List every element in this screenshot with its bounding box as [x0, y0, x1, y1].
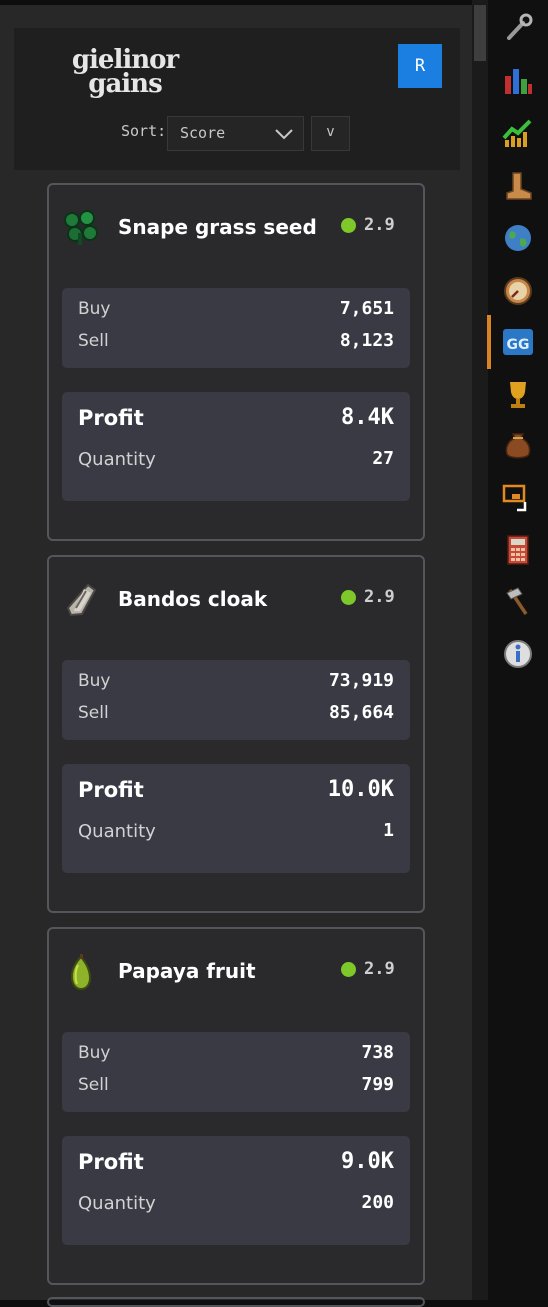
- app-logo: gielinor gains: [70, 47, 180, 99]
- item-name: Bandos cloak: [118, 587, 268, 611]
- sidebar-item-xp-tracker[interactable]: [488, 113, 548, 153]
- wrench-icon: [507, 13, 533, 40]
- logo-line2: gains: [88, 69, 162, 99]
- score-dot-icon: [341, 217, 356, 233]
- compass-icon: [504, 277, 532, 305]
- buy-label: Buy: [78, 671, 111, 691]
- score-value: 2.9: [364, 215, 395, 235]
- sell-price: 8,123: [339, 330, 394, 351]
- sidebar-item-gielinor-gains[interactable]: GG: [487, 315, 548, 369]
- calculator-icon: [507, 535, 529, 565]
- profit-label: Profit: [78, 1150, 144, 1174]
- buy-label: Buy: [78, 1043, 111, 1063]
- buy-price: 73,919: [328, 670, 394, 691]
- scrollbar-thumb[interactable]: [474, 5, 486, 61]
- quantity-label: Quantity: [78, 1193, 156, 1214]
- info-icon: [504, 640, 532, 668]
- profit-value: 10.0K: [327, 777, 394, 802]
- sidebar-item-timers[interactable]: [488, 271, 548, 311]
- sidebar-item-screenshot[interactable]: [488, 478, 548, 518]
- quantity-value: 1: [383, 820, 394, 841]
- sidebar-item-trophy[interactable]: [488, 374, 548, 414]
- bar-chart-icon: [505, 69, 532, 94]
- profit-quantity-box: Profit 9.0K Quantity 200: [62, 1136, 410, 1245]
- sidebar-item-hiscores[interactable]: [488, 61, 548, 101]
- panel-scrollbar[interactable]: [472, 0, 488, 1300]
- profit-quantity-box: Profit 10.0K Quantity 1: [62, 764, 410, 873]
- buy-price: 7,651: [339, 298, 394, 319]
- profit-label: Profit: [78, 778, 144, 802]
- sidebar-item-calculator[interactable]: [488, 530, 548, 570]
- sell-price: 799: [361, 1074, 394, 1095]
- trend-up-icon: [502, 119, 532, 147]
- bandos-cloak-icon: [66, 583, 97, 617]
- sell-price: 85,664: [328, 702, 394, 723]
- refresh-button[interactable]: R: [398, 44, 442, 88]
- sell-label: Sell: [78, 703, 109, 723]
- svg-text:GG: GG: [507, 337, 530, 353]
- globe-icon: [505, 225, 531, 251]
- panel-header: gielinor gains R Sort: Score v: [14, 28, 460, 170]
- boot-icon: [506, 172, 532, 200]
- flip-card[interactable]: Snape grass seed 2.9 Buy 7,651 Sell 8,12…: [47, 183, 425, 541]
- sidebar-item-skill-calculator[interactable]: [488, 581, 548, 621]
- sort-direction-button[interactable]: v: [311, 116, 350, 151]
- buy-sell-box: Buy 7,651 Sell 8,123: [62, 288, 410, 368]
- sort-selected-value: Score: [180, 124, 226, 142]
- score-dot-icon: [341, 589, 356, 605]
- snape-grass-seed-icon: [64, 210, 98, 245]
- sidebar-item-agility[interactable]: [488, 166, 548, 206]
- flip-card-partial[interactable]: [47, 1297, 425, 1307]
- trophy-icon: [510, 382, 526, 408]
- quantity-label: Quantity: [78, 449, 156, 470]
- quantity-label: Quantity: [78, 821, 156, 842]
- sidebar-item-configuration[interactable]: [488, 8, 548, 48]
- quantity-value: 200: [361, 1192, 394, 1213]
- sort-select[interactable]: Score: [167, 116, 304, 151]
- chevron-down-icon: [275, 129, 293, 140]
- gielinor-gains-icon: GG: [503, 329, 533, 355]
- flip-card[interactable]: Bandos cloak 2.9 Buy 73,919 Sell 85,664 …: [47, 555, 425, 913]
- sort-label: Sort:: [121, 122, 167, 140]
- flip-card[interactable]: Papaya fruit 2.9 Buy 738 Sell 799 Profit…: [47, 927, 425, 1285]
- quantity-value: 27: [372, 448, 394, 469]
- item-score: 2.9: [341, 215, 395, 235]
- score-dot-icon: [341, 961, 356, 977]
- papaya-fruit-icon: [70, 954, 92, 991]
- item-name: Snape grass seed: [118, 215, 317, 239]
- sidebar-item-loot-tracker[interactable]: [488, 425, 548, 465]
- buy-label: Buy: [78, 299, 111, 319]
- sell-label: Sell: [78, 331, 109, 351]
- sell-label: Sell: [78, 1075, 109, 1095]
- screenshot-icon: [502, 484, 527, 512]
- loot-bag-icon: [505, 433, 531, 459]
- sidebar-rail: GG: [487, 0, 548, 1300]
- sidebar-item-world-map[interactable]: [488, 218, 548, 258]
- plugin-panel: gielinor gains R Sort: Score v Snape gra…: [0, 0, 472, 1307]
- profit-value: 9.0K: [341, 1149, 394, 1174]
- score-value: 2.9: [364, 587, 395, 607]
- item-score: 2.9: [341, 959, 395, 979]
- sidebar-item-info[interactable]: [488, 634, 548, 674]
- top-border: [0, 0, 548, 5]
- buy-sell-box: Buy 73,919 Sell 85,664: [62, 660, 410, 740]
- profit-quantity-box: Profit 8.4K Quantity 27: [62, 392, 410, 501]
- profit-value: 8.4K: [341, 405, 394, 430]
- item-score: 2.9: [341, 587, 395, 607]
- score-value: 2.9: [364, 959, 395, 979]
- profit-label: Profit: [78, 406, 144, 430]
- buy-price: 738: [361, 1042, 394, 1063]
- item-name: Papaya fruit: [118, 959, 256, 983]
- buy-sell-box: Buy 738 Sell 799: [62, 1032, 410, 1112]
- hammer-icon: [506, 587, 528, 615]
